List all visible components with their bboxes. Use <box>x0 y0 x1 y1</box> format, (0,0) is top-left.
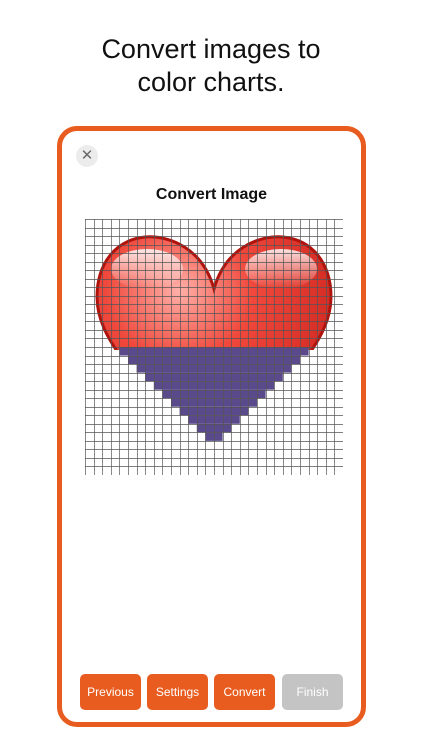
convert-button[interactable]: Convert <box>214 674 275 710</box>
headline-line-1: Convert images to <box>101 34 321 64</box>
settings-button[interactable]: Settings <box>147 674 208 710</box>
pixel-row <box>196 423 232 433</box>
finish-button[interactable]: Finish <box>282 674 343 710</box>
dialog-title: Convert Image <box>155 186 268 203</box>
pixel-row <box>119 347 309 356</box>
headline-line-2: color charts. <box>137 67 285 97</box>
color-chart-preview <box>85 219 343 475</box>
pixel-row <box>179 406 249 416</box>
pixel-row <box>188 415 240 424</box>
pixel-row <box>136 364 292 373</box>
pixel-row <box>145 372 283 382</box>
close-icon[interactable]: ✕ <box>76 145 98 167</box>
headline: Convert images to color charts. <box>0 33 422 99</box>
action-buttons: Previous Settings Convert Finish <box>80 674 345 710</box>
converted-pixels <box>119 347 309 441</box>
chart-canvas <box>85 219 343 475</box>
pixel-row <box>153 381 275 390</box>
pixel-row <box>171 398 257 407</box>
convert-dialog: ✕ Convert Image Previous Settings Conver… <box>57 126 366 727</box>
pixel-row <box>162 389 266 399</box>
pixel-row <box>205 432 223 441</box>
previous-button[interactable]: Previous <box>80 674 141 710</box>
